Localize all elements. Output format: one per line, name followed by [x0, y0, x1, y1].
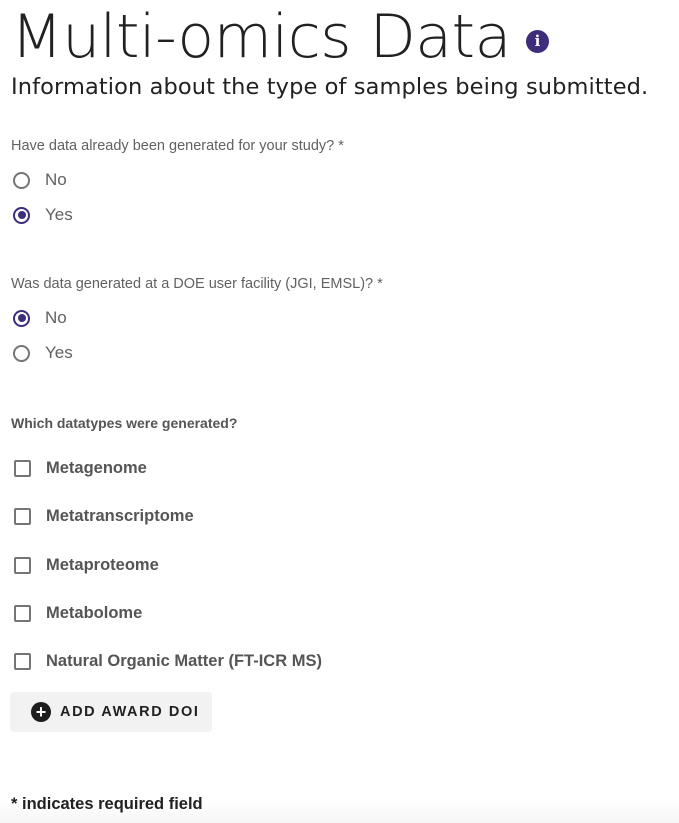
radio-label: Yes [45, 343, 73, 362]
radio-label: No [45, 308, 67, 327]
radio-doe-facility-no[interactable]: No [11, 305, 67, 331]
radio-button-checked[interactable] [13, 309, 30, 327]
title-row: Multi-omics Data [11, 0, 511, 74]
checkbox-box[interactable] [14, 652, 31, 670]
checkbox-label: Metagenome [46, 458, 147, 477]
question-datatypes-label: Which datatypes were generated? [11, 415, 238, 431]
info-icon[interactable]: i [526, 30, 549, 53]
radio-data-generated-no[interactable]: No [11, 167, 67, 193]
page-title: Multi-omics Data [11, 2, 511, 72]
add-award-doi-button[interactable]: + ADD AWARD DOI [10, 692, 212, 732]
question-data-generated-label: Have data already been generated for you… [11, 138, 344, 154]
plus-circle-icon: + [31, 702, 51, 722]
radio-button-checked[interactable] [13, 206, 30, 224]
checkbox-metagenome[interactable]: Metagenome [11, 455, 147, 481]
required-field-note: * indicates required field [11, 795, 203, 813]
checkbox-label: Natural Organic Matter (FT-ICR MS) [46, 651, 322, 670]
checkbox-metaproteome[interactable]: Metaproteome [11, 552, 159, 578]
checkbox-box[interactable] [14, 459, 31, 477]
add-award-doi-label: ADD AWARD DOI [60, 704, 200, 720]
checkbox-box[interactable] [14, 507, 31, 525]
checkbox-box[interactable] [14, 556, 31, 574]
checkbox-label: Metabolome [46, 603, 143, 622]
checkbox-natural-organic-matter[interactable]: Natural Organic Matter (FT-ICR MS) [11, 648, 322, 674]
page-subtitle: Information about the type of samples be… [11, 74, 649, 100]
checkbox-box[interactable] [14, 604, 31, 622]
checkbox-metabolome[interactable]: Metabolome [11, 600, 142, 626]
radio-label: Yes [45, 205, 73, 224]
checkbox-metatranscriptome[interactable]: Metatranscriptome [11, 503, 194, 529]
radio-data-generated-yes[interactable]: Yes [11, 202, 73, 228]
checkbox-label: Metaproteome [46, 555, 159, 574]
radio-button[interactable] [13, 171, 30, 189]
radio-doe-facility-yes[interactable]: Yes [11, 340, 73, 366]
radio-button[interactable] [13, 344, 30, 362]
multi-omics-form: Multi-omics Data i Information about the… [0, 0, 679, 823]
radio-label: No [45, 170, 67, 189]
checkbox-label: Metatranscriptome [46, 506, 194, 525]
question-doe-facility-label: Was data generated at a DOE user facilit… [11, 276, 383, 292]
